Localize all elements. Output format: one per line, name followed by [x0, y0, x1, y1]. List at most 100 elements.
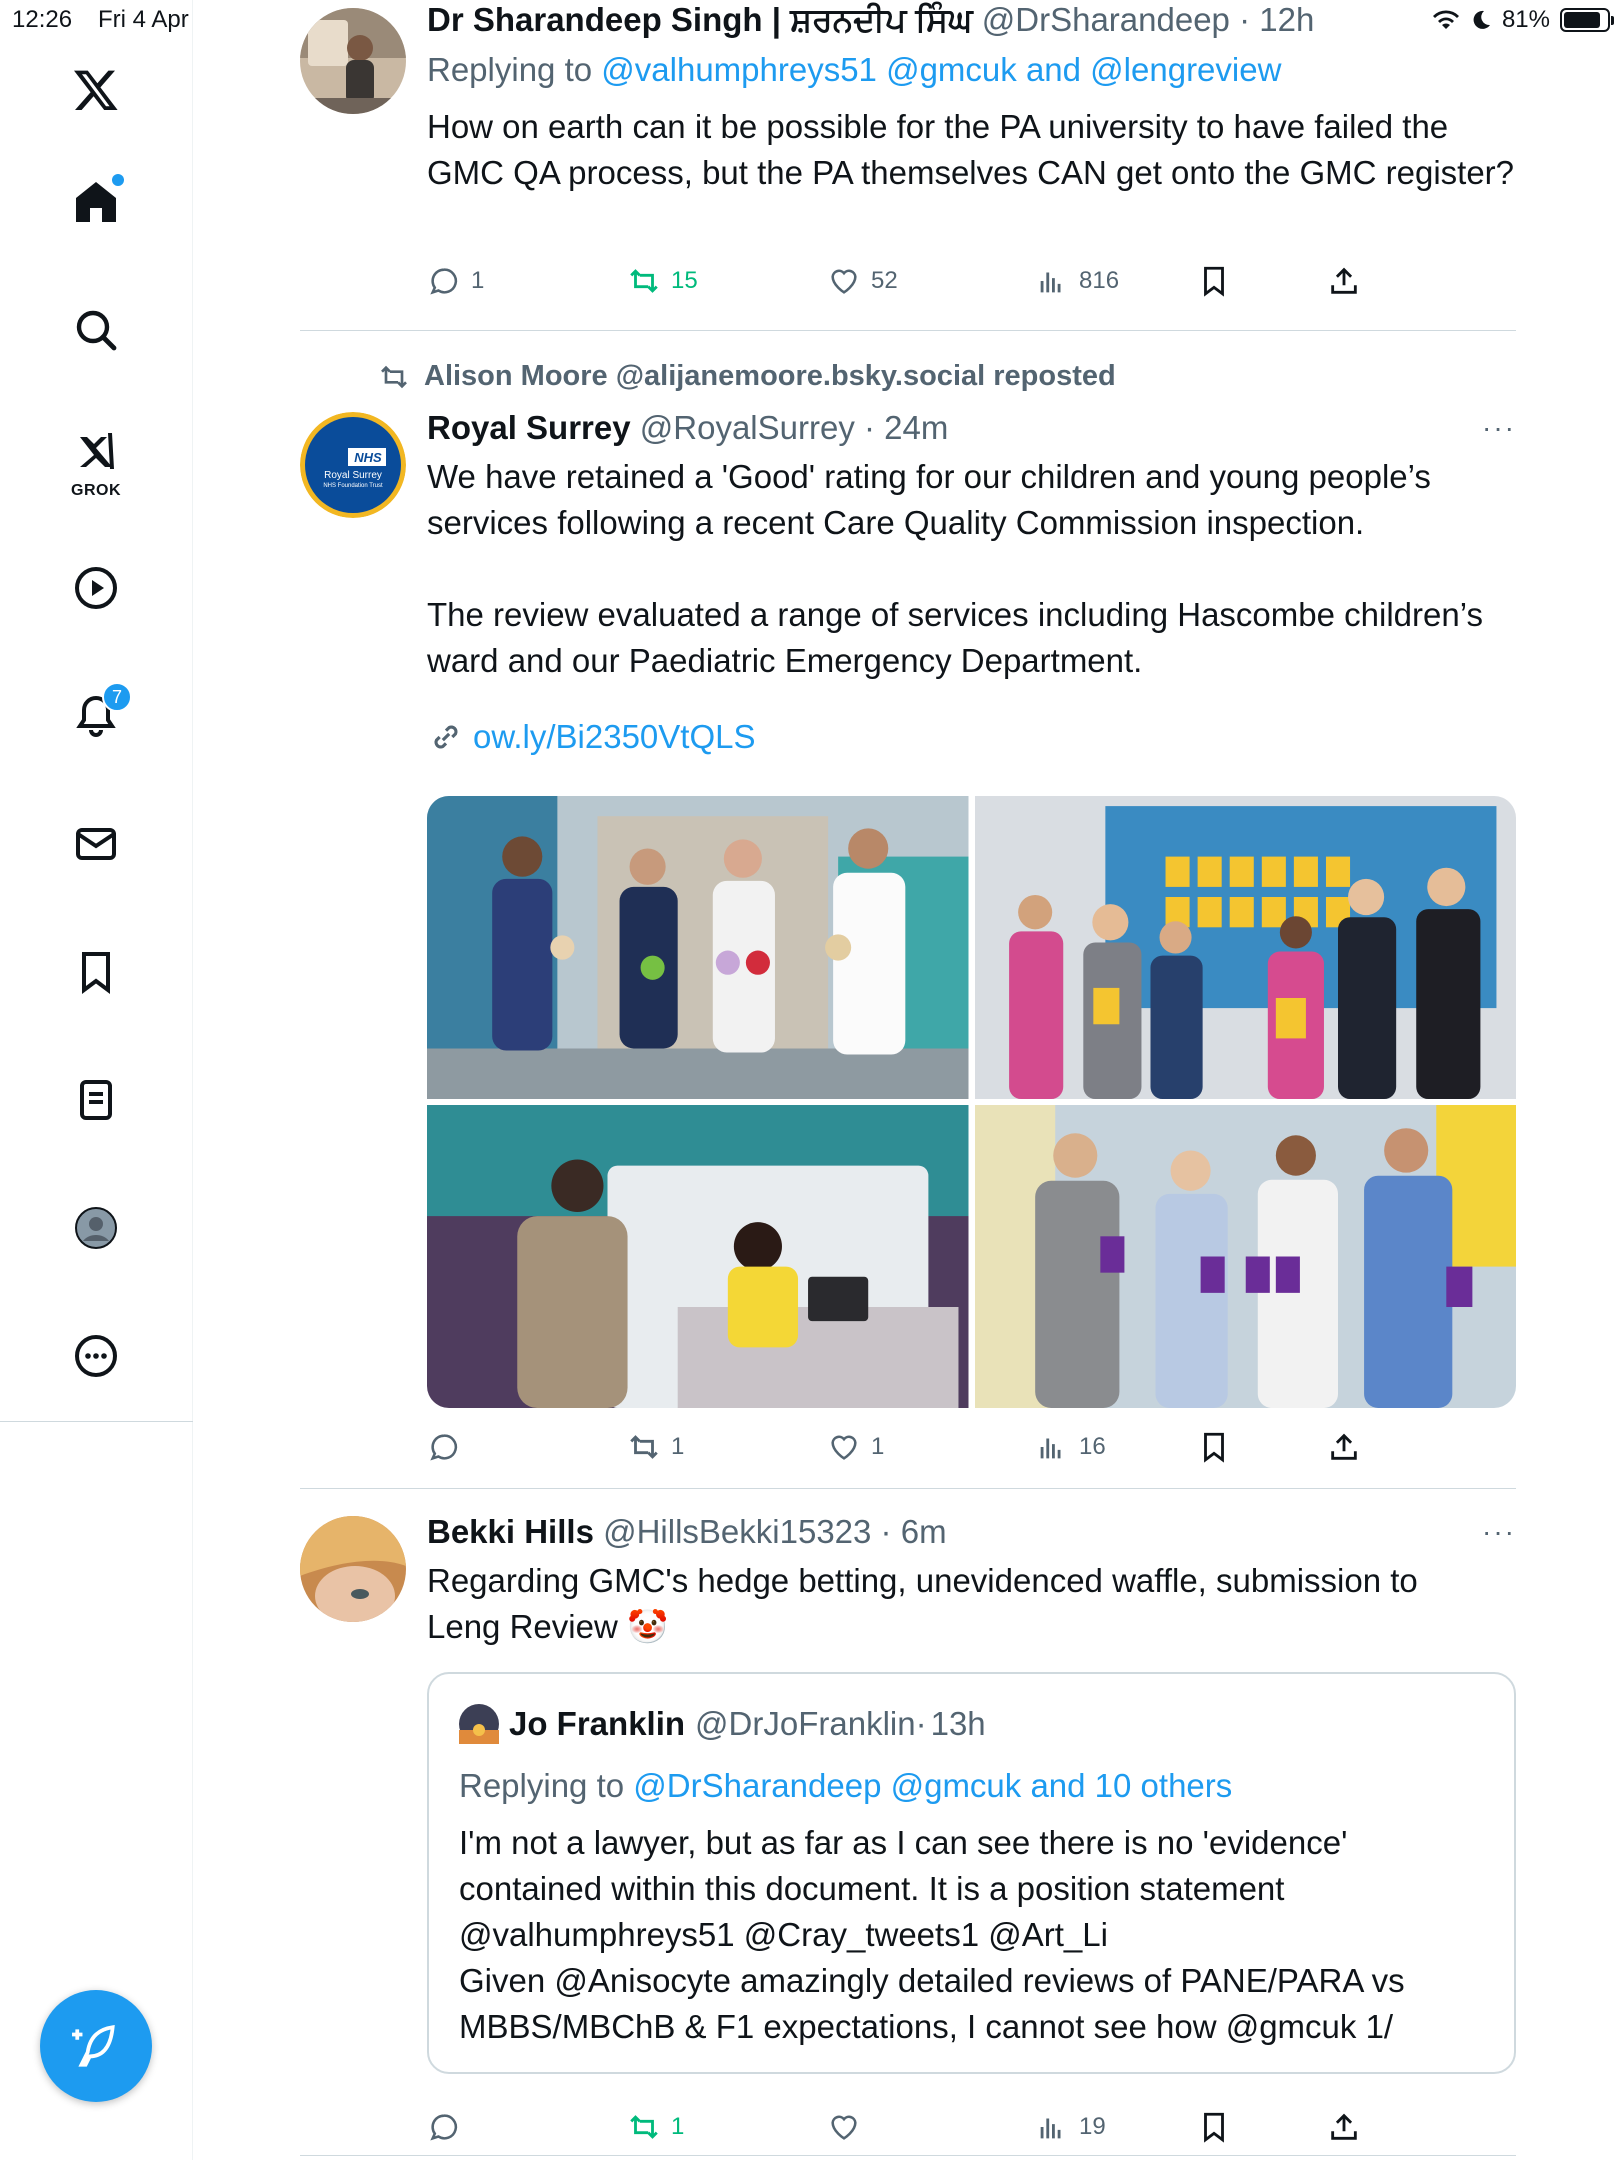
quote-time: 13h	[930, 1705, 986, 1742]
repost-icon	[630, 269, 658, 293]
repost-icon	[381, 365, 407, 388]
views-icon	[1040, 2118, 1061, 2139]
compose-post-button[interactable]	[40, 1990, 152, 2102]
replying-to: Replying to @valhumphreys51 @gmcuk and @…	[427, 50, 1516, 90]
more-options-icon[interactable]: ···	[1482, 412, 1516, 444]
tweet-divider	[300, 330, 1516, 331]
notifications-icon[interactable]: 7	[56, 676, 136, 756]
tweet-header: Bekki Hills @HillsBekki15323 · 6m	[427, 1513, 947, 1550]
notifications-badge: 7	[102, 682, 132, 712]
heart-icon	[831, 269, 857, 294]
sidebar-divider	[0, 1421, 193, 1422]
bookmark-icon	[1204, 1432, 1224, 1463]
bookmarks-icon[interactable]	[56, 932, 136, 1012]
views-button[interactable]: 816	[1035, 264, 1119, 298]
author-name[interactable]: Bekki Hills	[427, 1513, 594, 1550]
photo-staff-with-eggs[interactable]	[974, 1105, 1516, 1408]
repost-context-text: Alison Moore @alijanemoore.bsky.social r…	[424, 360, 1116, 392]
photo-staff-with-teddies[interactable]	[427, 796, 969, 1099]
x-logo-icon[interactable]	[56, 50, 136, 130]
share-button[interactable]	[1327, 1430, 1361, 1464]
tweet-link[interactable]: ow.ly/Bi2350VtQLS	[473, 714, 756, 760]
tweet-divider	[300, 1488, 1516, 1489]
views-button[interactable]: 16	[1035, 1430, 1106, 1464]
author-name[interactable]: Royal Surrey	[427, 409, 631, 446]
like-button[interactable]: 52	[827, 264, 898, 298]
repost-button[interactable]: 1	[627, 2110, 684, 2144]
quoted-tweet[interactable]: Jo Franklin @DrJoFranklin · 13h Replying t…	[427, 1672, 1516, 2074]
more-options-icon[interactable]: ···	[1482, 1516, 1516, 1548]
reply-icon	[430, 2114, 458, 2141]
bookmark-button[interactable]	[1197, 1430, 1231, 1464]
quote-replying-to: Replying to @DrSharandeep @gmcuk and 10 …	[459, 1766, 1232, 1806]
reply-count: 1	[471, 267, 485, 294]
tweet-divider	[300, 2155, 1516, 2156]
repost-context[interactable]: Alison Moore @alijanemoore.bsky.social r…	[378, 360, 1116, 393]
media-grid	[427, 796, 1516, 1408]
avatar[interactable]: NHS Royal Surrey NHS Foundation Trust	[300, 412, 406, 518]
share-button[interactable]	[1327, 264, 1361, 298]
replying-to-users[interactable]: @valhumphreys51 @gmcuk and @lengreview	[601, 51, 1281, 88]
quote-author-handle[interactable]: @DrJoFranklin	[695, 1705, 916, 1743]
avatar[interactable]	[300, 1516, 406, 1622]
tweet-time[interactable]: 6m	[901, 1513, 947, 1550]
tweet-link-row: ow.ly/Bi2350VtQLS	[427, 714, 1516, 760]
video-icon[interactable]	[56, 548, 136, 628]
photo-staff-with-cards[interactable]	[974, 796, 1516, 1099]
messages-icon[interactable]	[56, 804, 136, 884]
quote-avatar[interactable]	[459, 1704, 499, 1744]
bookmark-button[interactable]	[1197, 264, 1231, 298]
tweet-actions: 1 19	[427, 2110, 1427, 2150]
reply-button[interactable]	[427, 1430, 471, 1464]
bookmark-icon	[1204, 266, 1224, 297]
repost-icon	[630, 1435, 658, 1459]
search-icon[interactable]	[56, 290, 136, 370]
quote-author-name[interactable]: Jo Franklin	[509, 1705, 685, 1743]
compose-feather-icon	[72, 2025, 115, 2067]
views-count: 16	[1079, 1433, 1106, 1460]
author-handle[interactable]: @DrSharandeep	[982, 1, 1230, 38]
tweet-header: Royal Surrey @RoyalSurrey · 24m	[427, 409, 949, 446]
sidebar: GROK 7	[0, 0, 193, 2160]
avatar[interactable]	[300, 8, 406, 114]
views-button[interactable]: 19	[1035, 2110, 1106, 2144]
home-icon[interactable]	[56, 162, 136, 242]
share-icon	[1331, 1433, 1357, 1460]
tweet-actions: 1 15 52 816	[427, 264, 1427, 304]
lists-icon[interactable]	[56, 1060, 136, 1140]
tweet-actions: 1 1 16	[427, 1430, 1427, 1470]
profile-icon[interactable]	[56, 1188, 136, 1268]
photo-child-in-bed[interactable]	[427, 1105, 969, 1408]
grok-label: GROK	[71, 482, 121, 499]
tweet-header: Dr Sharandeep Singh | ਸ਼ਰਨਦੀਪ ਸਿੰਘ @DrSh…	[427, 1, 1315, 38]
avatar-trust: NHS Foundation Trust	[323, 483, 383, 489]
repost-icon	[630, 2115, 658, 2139]
avatar-nhs: NHS	[354, 450, 382, 465]
reply-icon	[430, 1434, 458, 1461]
more-options-icon[interactable]	[56, 1316, 136, 1396]
views-count: 816	[1079, 267, 1120, 294]
grok-icon[interactable]: GROK	[56, 414, 136, 506]
share-icon	[1331, 267, 1357, 294]
reply-icon	[430, 268, 458, 295]
views-icon	[1040, 1438, 1061, 1459]
quote-replying-users[interactable]: @DrSharandeep @gmcuk and 10 others	[633, 1767, 1232, 1804]
replying-prefix: Replying to	[427, 51, 593, 88]
like-count: 52	[871, 267, 898, 294]
share-button[interactable]	[1327, 2110, 1361, 2144]
repost-count: 1	[671, 2113, 685, 2140]
reply-button[interactable]: 1	[427, 264, 484, 298]
tweet-time[interactable]: 24m	[884, 409, 948, 446]
like-button[interactable]: 1	[827, 1430, 884, 1464]
author-name[interactable]: Dr Sharandeep Singh | ਸ਼ਰਨਦੀਪ ਸਿੰਘ	[427, 1, 973, 38]
like-button[interactable]	[827, 2110, 871, 2144]
author-handle[interactable]: @RoyalSurrey	[640, 409, 855, 446]
tweet-time[interactable]: 12h	[1259, 1, 1314, 38]
bookmark-button[interactable]	[1197, 2110, 1231, 2144]
reply-button[interactable]	[427, 2110, 471, 2144]
repost-button[interactable]: 1	[627, 1430, 684, 1464]
repost-button[interactable]: 15	[627, 264, 698, 298]
author-handle[interactable]: @HillsBekki15323	[603, 1513, 871, 1550]
home-unread-dot	[112, 174, 124, 186]
quote-text: I'm not a lawyer, but as far as I can se…	[459, 1824, 1405, 2045]
